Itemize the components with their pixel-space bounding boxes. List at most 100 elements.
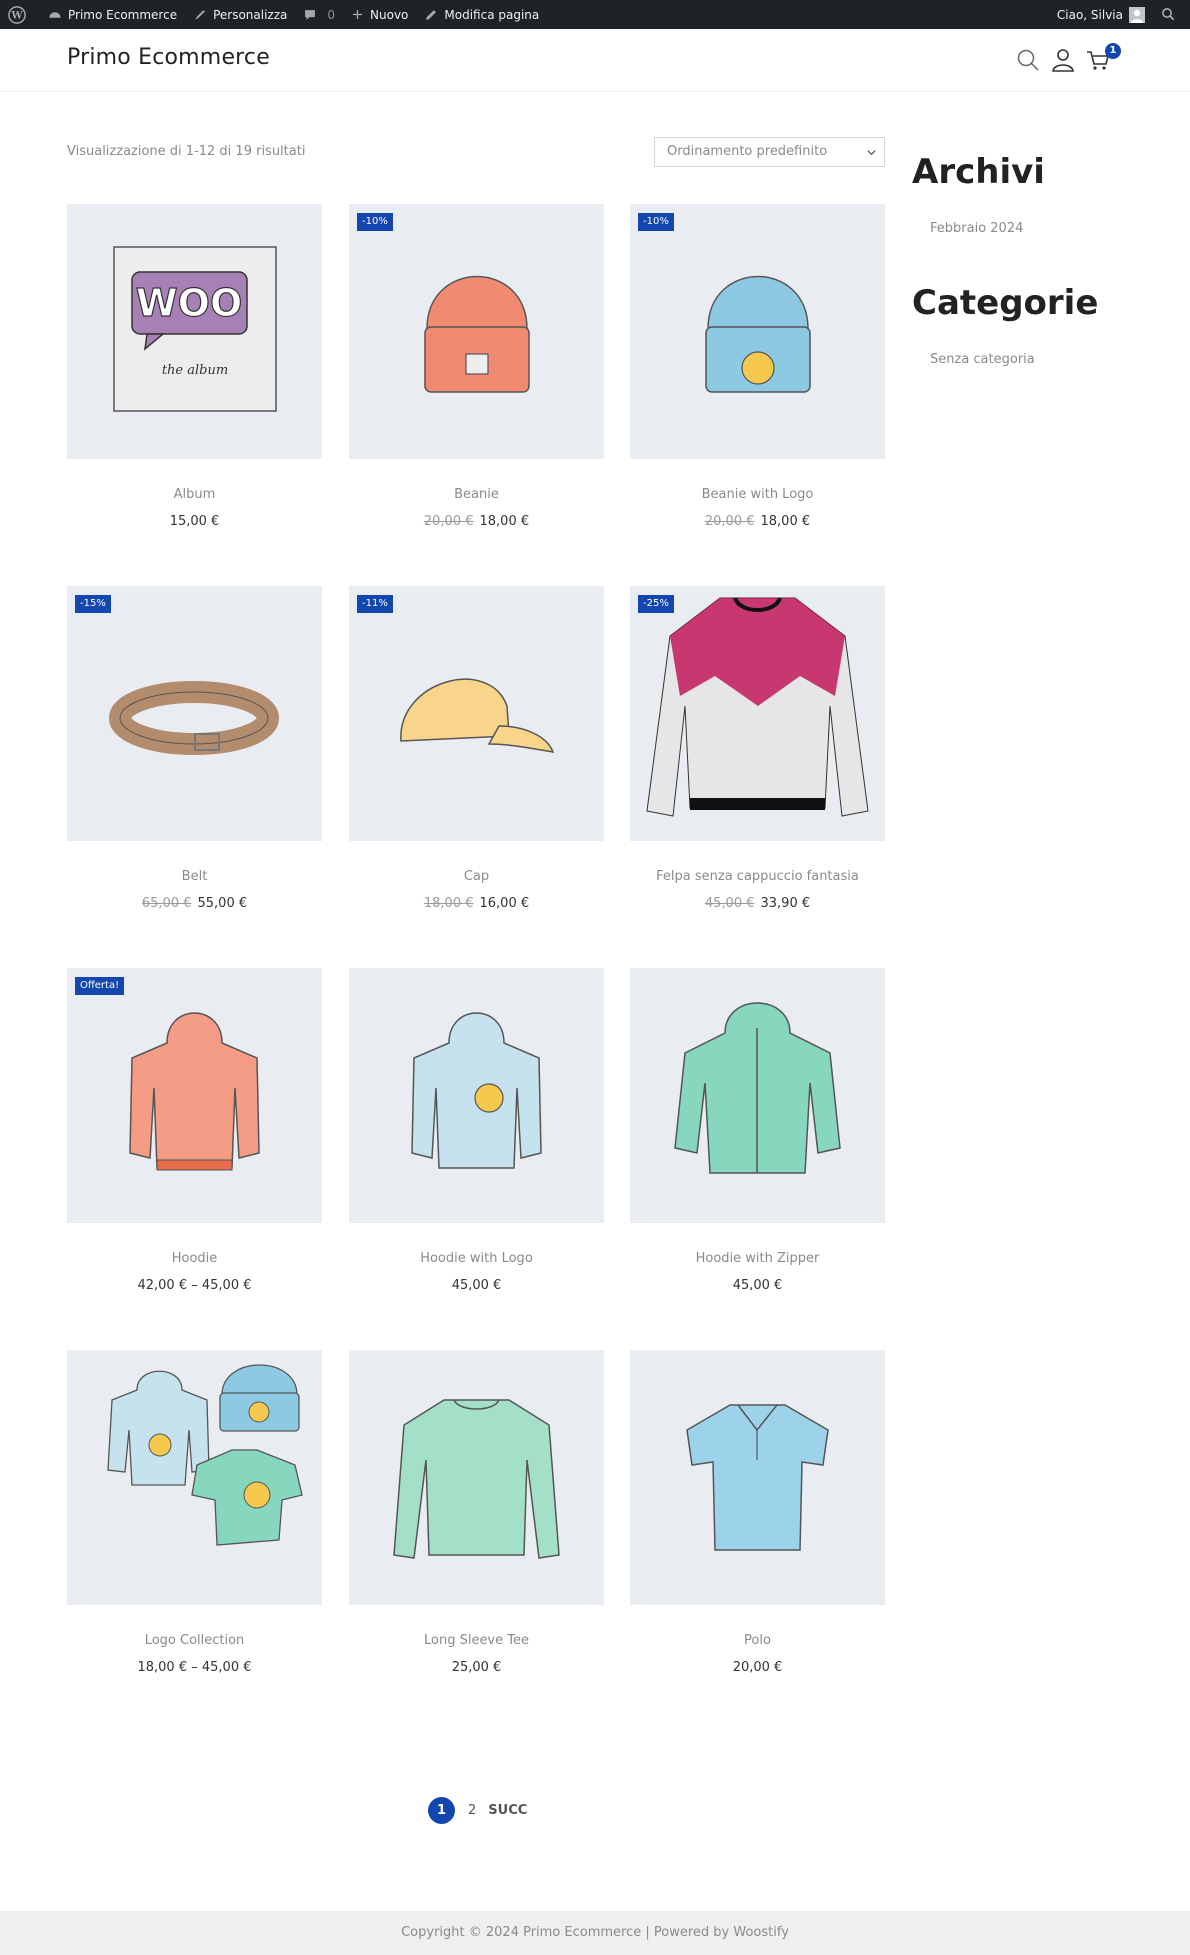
product-name[interactable]: Hoodie with Logo [349, 1251, 604, 1266]
product-name[interactable]: Album [67, 487, 322, 502]
product-name[interactable]: Long Sleeve Tee [349, 1633, 604, 1648]
current-price: 15,00 € [169, 514, 220, 529]
product-card[interactable]: Logo Collection 18,00 € – 45,00 € [67, 1350, 322, 1675]
archive-link-february-2024[interactable]: Febbraio 2024 [930, 221, 1023, 236]
product-name[interactable]: Hoodie [67, 1251, 322, 1266]
product-image[interactable] [349, 1350, 604, 1605]
product-card[interactable]: Hoodie with Zipper 45,00 € [630, 968, 885, 1293]
current-price: 18,00 € [479, 514, 530, 529]
sale-badge: -11% [357, 595, 393, 613]
chevron-down-icon [867, 150, 876, 156]
product-image[interactable]: -11% [349, 586, 604, 841]
plus-icon [352, 9, 363, 20]
product-card[interactable]: -10% Beanie 20,00 € 18,00 € [349, 204, 604, 529]
album-word: WOO [136, 281, 243, 325]
sale-badge: -10% [357, 213, 393, 231]
product-card[interactable]: -11% Cap 18,00 € 16,00 € [349, 586, 604, 911]
product-name[interactable]: Beanie with Logo [630, 487, 885, 502]
product-image[interactable]: -15% [67, 586, 322, 841]
product-image[interactable]: -10% [349, 204, 604, 459]
avatar-silhouette-icon [1131, 9, 1143, 23]
old-price: 18,00 € [423, 896, 474, 911]
orderby-select[interactable]: Ordinamento predefinito [654, 137, 885, 167]
site-footer: Copyright © 2024 Primo Ecommerce | Power… [0, 1911, 1190, 1955]
product-card[interactable]: Hoodie with Logo 45,00 € [349, 968, 604, 1293]
current-price: 55,00 € [197, 896, 248, 911]
product-image[interactable] [67, 1350, 322, 1605]
current-price: 45,00 € [451, 1278, 502, 1293]
search-icon [1162, 8, 1175, 21]
product-image[interactable]: WOO the album [67, 204, 322, 459]
wordpress-logo-button[interactable]: W [0, 0, 40, 29]
new-label: Nuovo [370, 7, 409, 22]
product-price: 15,00 € [67, 514, 322, 529]
category-link-uncategorized[interactable]: Senza categoria [930, 352, 1035, 367]
product-card[interactable]: WOO the album Album 15,00 € [67, 204, 322, 529]
sale-badge: -25% [638, 595, 674, 613]
product-price: 18,00 € 16,00 € [349, 896, 604, 911]
product-card[interactable]: Polo 20,00 € [630, 1350, 885, 1675]
old-price: 65,00 € [141, 896, 192, 911]
polo-illustration [686, 1404, 829, 1551]
product-price: 45,00 € [349, 1278, 604, 1293]
product-card[interactable]: -15% Belt 65,00 € 55,00 € [67, 586, 322, 911]
customize-link[interactable]: Personalizza [185, 0, 295, 29]
product-price: 20,00 € [630, 1660, 885, 1675]
product-name[interactable]: Belt [67, 869, 322, 884]
site-header: Primo Ecommerce 1 [0, 29, 1190, 92]
site-title[interactable]: Primo Ecommerce [67, 45, 270, 70]
logo-collection-illustration [107, 1364, 303, 1546]
product-name[interactable]: Hoodie with Zipper [630, 1251, 885, 1266]
current-price: 25,00 € [451, 1660, 502, 1675]
old-price: 20,00 € [704, 514, 755, 529]
current-price: 45,00 € [732, 1278, 783, 1293]
edit-page-link[interactable]: Modifica pagina [416, 0, 547, 29]
comments-link[interactable]: 0 [295, 0, 343, 29]
album-cover-art: WOO the album [113, 246, 277, 412]
product-price: 65,00 € 55,00 € [67, 896, 322, 911]
dashboard-icon [49, 11, 61, 18]
product-card[interactable]: Offerta! Hoodie 42,00 € – 45,00 € [67, 968, 322, 1293]
product-image[interactable]: -25% [630, 586, 885, 841]
admin-site-name: Primo Ecommerce [68, 7, 178, 22]
long-sleeve-tee-illustration [393, 1399, 560, 1559]
search-icon[interactable] [1015, 47, 1041, 73]
product-price: 42,00 € – 45,00 € [67, 1278, 322, 1293]
svg-text:W: W [10, 10, 23, 21]
customize-label: Personalizza [213, 7, 288, 22]
user-avatar [1129, 6, 1145, 23]
beanie-illustration [424, 275, 530, 393]
pagination-current-page: 1 [428, 1797, 455, 1824]
product-image[interactable]: Offerta! [67, 968, 322, 1223]
product-name[interactable]: Felpa senza cappuccio fantasia [630, 869, 885, 884]
product-card[interactable]: -25% Felpa senza cappuccio fantasia 45,0… [630, 586, 885, 911]
product-image[interactable]: -10% [630, 204, 885, 459]
admin-site-link[interactable]: Primo Ecommerce [40, 0, 185, 29]
edit-page-label: Modifica pagina [444, 7, 540, 22]
belt-illustration [109, 681, 279, 755]
product-name[interactable]: Beanie [349, 487, 604, 502]
product-card[interactable]: Long Sleeve Tee 25,00 € [349, 1350, 604, 1675]
new-content-link[interactable]: Nuovo [343, 0, 416, 29]
product-image[interactable] [630, 1350, 885, 1605]
pagination-next-button[interactable]: SUCC [488, 1803, 527, 1818]
sale-badge: -10% [638, 213, 674, 231]
product-name[interactable]: Logo Collection [67, 1633, 322, 1648]
product-image[interactable] [630, 968, 885, 1223]
product-name[interactable]: Cap [349, 869, 604, 884]
pagination-page-2[interactable]: 2 [468, 1803, 476, 1818]
pagination: 1 2 SUCC [428, 1797, 527, 1824]
user-account-icon[interactable] [1050, 47, 1076, 73]
user-account-menu[interactable]: Ciao, Silvia [1049, 0, 1153, 29]
admin-bar: W Primo Ecommerce Personalizza 0 Nuovo M… [0, 0, 1190, 29]
product-image[interactable] [349, 968, 604, 1223]
current-price: 42,00 € – 45,00 € [137, 1278, 252, 1293]
admin-search-button[interactable] [1153, 0, 1190, 29]
hoodie-illustration [129, 1012, 260, 1171]
product-card[interactable]: -10% Beanie with Logo 20,00 € 18,00 € [630, 204, 885, 529]
sale-badge: -15% [75, 595, 111, 613]
product-name[interactable]: Polo [630, 1633, 885, 1648]
comment-icon [305, 9, 316, 20]
archives-widget-title: Archivi [912, 152, 1045, 192]
product-price: 25,00 € [349, 1660, 604, 1675]
